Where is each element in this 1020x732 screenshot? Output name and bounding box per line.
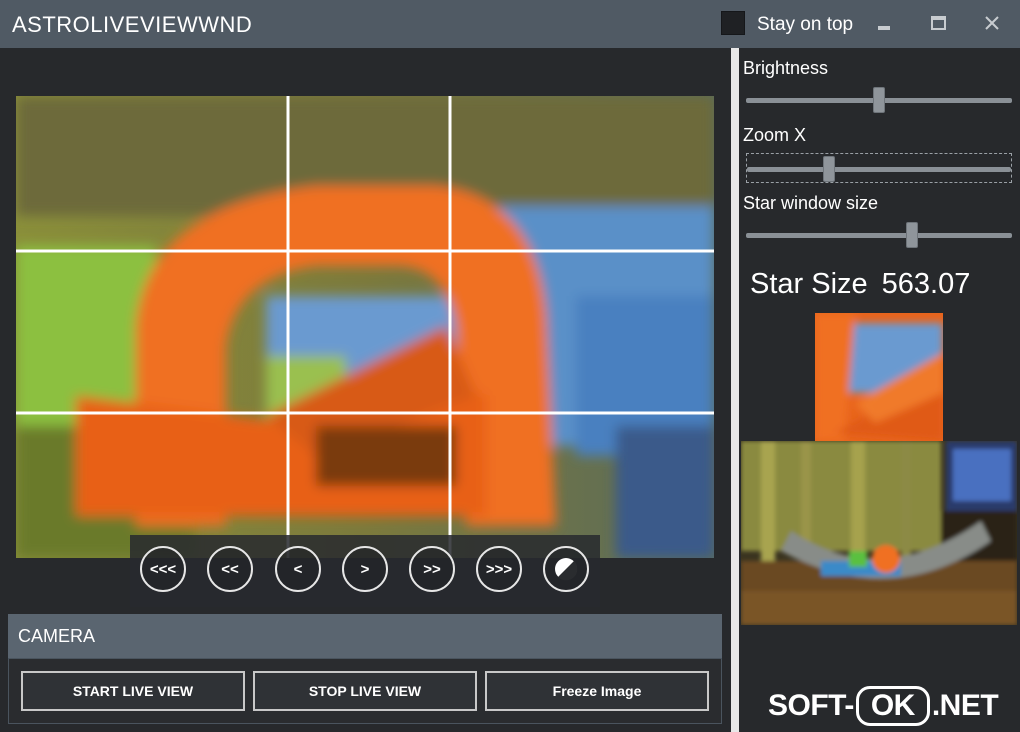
start-live-view-button[interactable]: START LIVE VIEW — [21, 671, 245, 711]
star-size-readout: Star Size 563.07 — [750, 268, 970, 301]
brightness-slider-thumb[interactable] — [873, 87, 885, 113]
freeze-image-button[interactable]: Freeze Image — [485, 671, 709, 711]
zoom-x-label: Zoom X — [743, 125, 807, 145]
overview-image — [741, 441, 1017, 625]
stay-on-top-checkbox[interactable] — [721, 11, 745, 35]
nav-mid-right-button[interactable]: >> — [409, 546, 455, 592]
stop-live-view-button[interactable]: STOP LIVE VIEW — [253, 671, 477, 711]
camera-section-title: CAMERA — [18, 626, 96, 646]
minimize-icon[interactable] — [869, 8, 899, 38]
pane-divider[interactable] — [731, 48, 739, 732]
star-window-size-slider[interactable] — [746, 220, 1012, 250]
nav-left-button[interactable]: < — [275, 546, 321, 592]
watermark-logo: SOFT- OK .NET — [768, 686, 999, 726]
live-view-image[interactable] — [16, 96, 714, 558]
watermark-ok: OK — [855, 686, 930, 726]
star-window-size-label: Star window size — [743, 193, 879, 213]
brightness-label: Brightness — [743, 58, 829, 78]
star-window-size-slider-thumb[interactable] — [906, 222, 918, 248]
star-window-size-slider-track — [746, 233, 1012, 238]
nav-mid-left-button[interactable]: << — [207, 546, 253, 592]
nav-far-right-button[interactable]: >>> — [476, 546, 522, 592]
star-size-label: Star Size — [750, 268, 868, 300]
nav-far-left-button[interactable]: <<< — [140, 546, 186, 592]
star-size-value: 563.07 — [881, 268, 971, 300]
star-window-thumbnail — [815, 313, 943, 441]
brightness-slider[interactable] — [746, 85, 1012, 115]
title-bar: ASTROLIVEVIEWWND Stay on top — [0, 0, 1020, 48]
camera-section-header: CAMERA — [8, 614, 722, 658]
nav-right-button[interactable]: > — [342, 546, 388, 592]
zoom-x-slider[interactable] — [746, 153, 1012, 183]
zoom-x-slider-track — [747, 167, 1011, 172]
stay-on-top-label[interactable]: Stay on top — [757, 14, 853, 36]
close-icon[interactable] — [977, 8, 1007, 38]
contrast-icon[interactable] — [543, 546, 589, 592]
maximize-icon[interactable] — [923, 8, 953, 38]
window-title: ASTROLIVEVIEWWND — [12, 12, 253, 37]
zoom-x-slider-thumb[interactable] — [823, 156, 835, 182]
watermark-prefix: SOFT- — [768, 689, 854, 722]
watermark-suffix: .NET — [931, 689, 999, 722]
